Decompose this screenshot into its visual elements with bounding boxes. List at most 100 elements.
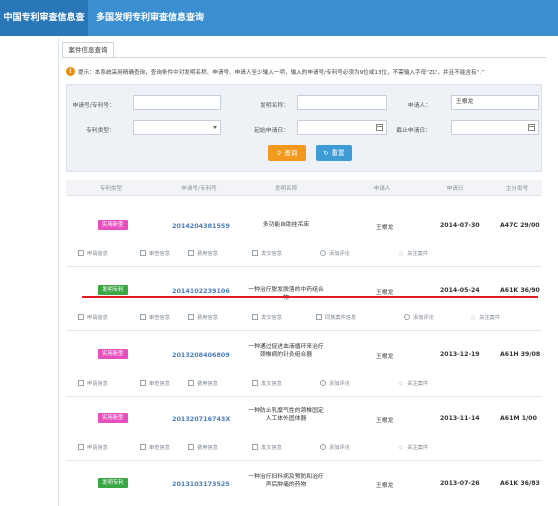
exam-info-link[interactable]: 审查信息 xyxy=(140,444,170,451)
row-actions: 申请信息 审查信息 费用信息 发文信息 添加评论 ☆ 关注案件 xyxy=(66,444,542,456)
exam-info-link[interactable]: 审查信息 xyxy=(140,314,170,321)
add-comment-link[interactable]: 添加评论 xyxy=(320,250,350,257)
ipc-class: A61K 36/83 xyxy=(500,480,540,487)
app-date: 2013-11-14 xyxy=(440,415,480,422)
appno-link[interactable]: 2014204381559 xyxy=(172,222,230,230)
star-icon: ☆ xyxy=(398,250,405,258)
appno-input[interactable] xyxy=(133,95,221,110)
appno-label: 申请号/专利号： xyxy=(72,103,115,109)
warning-icon: ! xyxy=(66,67,75,76)
date-from-input[interactable] xyxy=(297,120,387,135)
header-date: 申请日 xyxy=(446,186,464,192)
receipt-icon xyxy=(188,380,194,386)
image-icon xyxy=(78,380,84,386)
app-info-link[interactable]: 申请信息 xyxy=(78,250,108,257)
table-row[interactable]: 实用新型 2014204381559 多功能自助挂吊床 王根龙 2014-07-… xyxy=(66,220,542,234)
follow-case-link[interactable]: ☆ 关注案件 xyxy=(398,444,428,452)
fee-info-link[interactable]: 费用信息 xyxy=(188,380,218,387)
row-divider xyxy=(66,266,542,267)
title-label: 发明名称： xyxy=(260,103,289,109)
row-actions: 申请信息 审查信息 费用信息 发文信息 添加评论 ☆ 关注案件 xyxy=(66,380,542,392)
table-row[interactable]: 发明专利 2013103173525 一种治疗妇科病及预防和治疗声后肿痛的药物 … xyxy=(66,474,542,498)
exam-info-link[interactable]: 审查信息 xyxy=(140,250,170,257)
ipc-class: A61K 36/90 xyxy=(500,287,540,294)
tab-case-query[interactable]: 案件信息查询 xyxy=(62,42,114,58)
row-divider xyxy=(66,330,542,331)
applicant-label: 申请人： xyxy=(407,103,431,109)
notice-info-link[interactable]: 发文信息 xyxy=(252,380,282,387)
family-info-link[interactable]: 同族案件信息 xyxy=(316,314,356,321)
inbox-icon xyxy=(252,314,258,320)
app-date: 2014-05-24 xyxy=(440,287,480,294)
date-from-label: 起始申请日： xyxy=(254,128,289,134)
exam-info-link[interactable]: 审查信息 xyxy=(140,380,170,387)
calendar-icon[interactable] xyxy=(528,124,535,131)
add-comment-link[interactable]: 添加评论 xyxy=(320,444,350,451)
table-row[interactable]: 实用新型 2013208406809 一种通过促进血液循环来治疗颈椎病的针灸组合… xyxy=(66,344,542,368)
table-row[interactable]: 实用新型 201320716743X 一种防止乳糜气性的颈椎固定人工体外固体器 … xyxy=(66,408,542,432)
follow-case-link[interactable]: ☆ 关注案件 xyxy=(470,314,500,322)
row-divider xyxy=(66,396,542,397)
header-ipc: 主分类号 xyxy=(505,186,529,192)
highlight-underline xyxy=(82,296,538,298)
applicant: 王根龙 xyxy=(376,418,394,424)
tab-multi-country-query[interactable]: 多国发明专利审查信息查询 xyxy=(96,0,204,36)
applicant: 王根龙 xyxy=(376,483,394,489)
title-input[interactable] xyxy=(297,95,387,110)
type-select[interactable] xyxy=(133,120,221,135)
link-icon xyxy=(316,314,322,320)
fee-info-link[interactable]: 费用信息 xyxy=(188,314,218,321)
patent-title: 一种防止乳糜气性的颈椎固定人工体外固体器 xyxy=(248,408,324,422)
ipc-class: A61H 39/08 xyxy=(500,351,541,358)
appno-link[interactable]: 201320716743X xyxy=(172,415,230,423)
query-button[interactable]: ⚲ 查询 xyxy=(268,145,306,161)
star-icon: ☆ xyxy=(470,314,477,322)
calendar-icon[interactable] xyxy=(376,124,383,131)
appno-link[interactable]: 2013208406809 xyxy=(172,351,230,359)
table-header: 专利类型 申请号/专利号 发明名称 申请人 申请日 主分类号 xyxy=(66,180,542,196)
header-appno: 申请号/专利号 xyxy=(181,186,217,192)
applicant-input[interactable]: 王根龙 xyxy=(451,95,539,110)
date-to-input[interactable] xyxy=(451,120,539,135)
type-badge: 发明专利 xyxy=(98,478,128,488)
notice-info-link[interactable]: 发文信息 xyxy=(252,444,282,451)
app-date: 2013-07-26 xyxy=(440,480,480,487)
fee-info-link[interactable]: 费用信息 xyxy=(188,250,218,257)
appno-link[interactable]: 2013103173525 xyxy=(172,480,230,488)
add-comment-link[interactable]: 添加评论 xyxy=(404,314,434,321)
top-nav: 中国专利审查信息查询 多国发明专利审查信息查询 xyxy=(0,0,558,59)
reset-button[interactable]: ↻ 重置 xyxy=(316,145,352,161)
receipt-icon xyxy=(188,314,194,320)
inbox-icon xyxy=(252,250,258,256)
receipt-icon xyxy=(188,444,194,450)
app-info-link[interactable]: 申请信息 xyxy=(78,314,108,321)
star-icon: ☆ xyxy=(398,380,405,388)
header-type: 专利类型 xyxy=(99,186,123,192)
tab-divider xyxy=(62,57,546,58)
follow-case-link[interactable]: ☆ 关注案件 xyxy=(398,250,428,258)
notice-info-link[interactable]: 发文信息 xyxy=(252,314,282,321)
notice-text: 提示：本系统采用精确查询，查询条件中对发明名称、申请号、申请人至少输入一项，输入… xyxy=(78,70,485,76)
query-button-label: 查询 xyxy=(284,149,298,157)
patent-title: 一种通过促进血液循环来治疗颈椎病的针灸组合器 xyxy=(248,344,324,358)
chevron-down-icon xyxy=(213,126,217,129)
refresh-icon: ↻ xyxy=(323,150,329,157)
tab-china-patent-query[interactable]: 中国专利审查信息查询 xyxy=(0,0,88,59)
type-badge: 实用新型 xyxy=(98,349,128,359)
follow-case-link[interactable]: ☆ 关注案件 xyxy=(398,380,428,388)
notice: ! 提示：本系统采用精确查询，查询条件中对发明名称、申请号、申请人至少输入一项，… xyxy=(66,67,542,79)
header-title: 发明名称 xyxy=(274,186,298,192)
app-info-link[interactable]: 申请信息 xyxy=(78,444,108,451)
app-info-link[interactable]: 申请信息 xyxy=(78,380,108,387)
search-icon: ⚲ xyxy=(276,150,282,157)
appno-link[interactable]: 2014102239106 xyxy=(172,287,230,295)
type-badge: 实用新型 xyxy=(98,220,128,230)
row-divider xyxy=(66,460,542,461)
add-comment-link[interactable]: 添加评论 xyxy=(320,380,350,387)
applicant: 王根龙 xyxy=(376,354,394,360)
header-applicant: 申请人 xyxy=(373,186,391,192)
document-icon xyxy=(140,250,146,256)
notice-info-link[interactable]: 发文信息 xyxy=(252,250,282,257)
type-badge: 实用新型 xyxy=(98,413,128,423)
fee-info-link[interactable]: 费用信息 xyxy=(188,444,218,451)
